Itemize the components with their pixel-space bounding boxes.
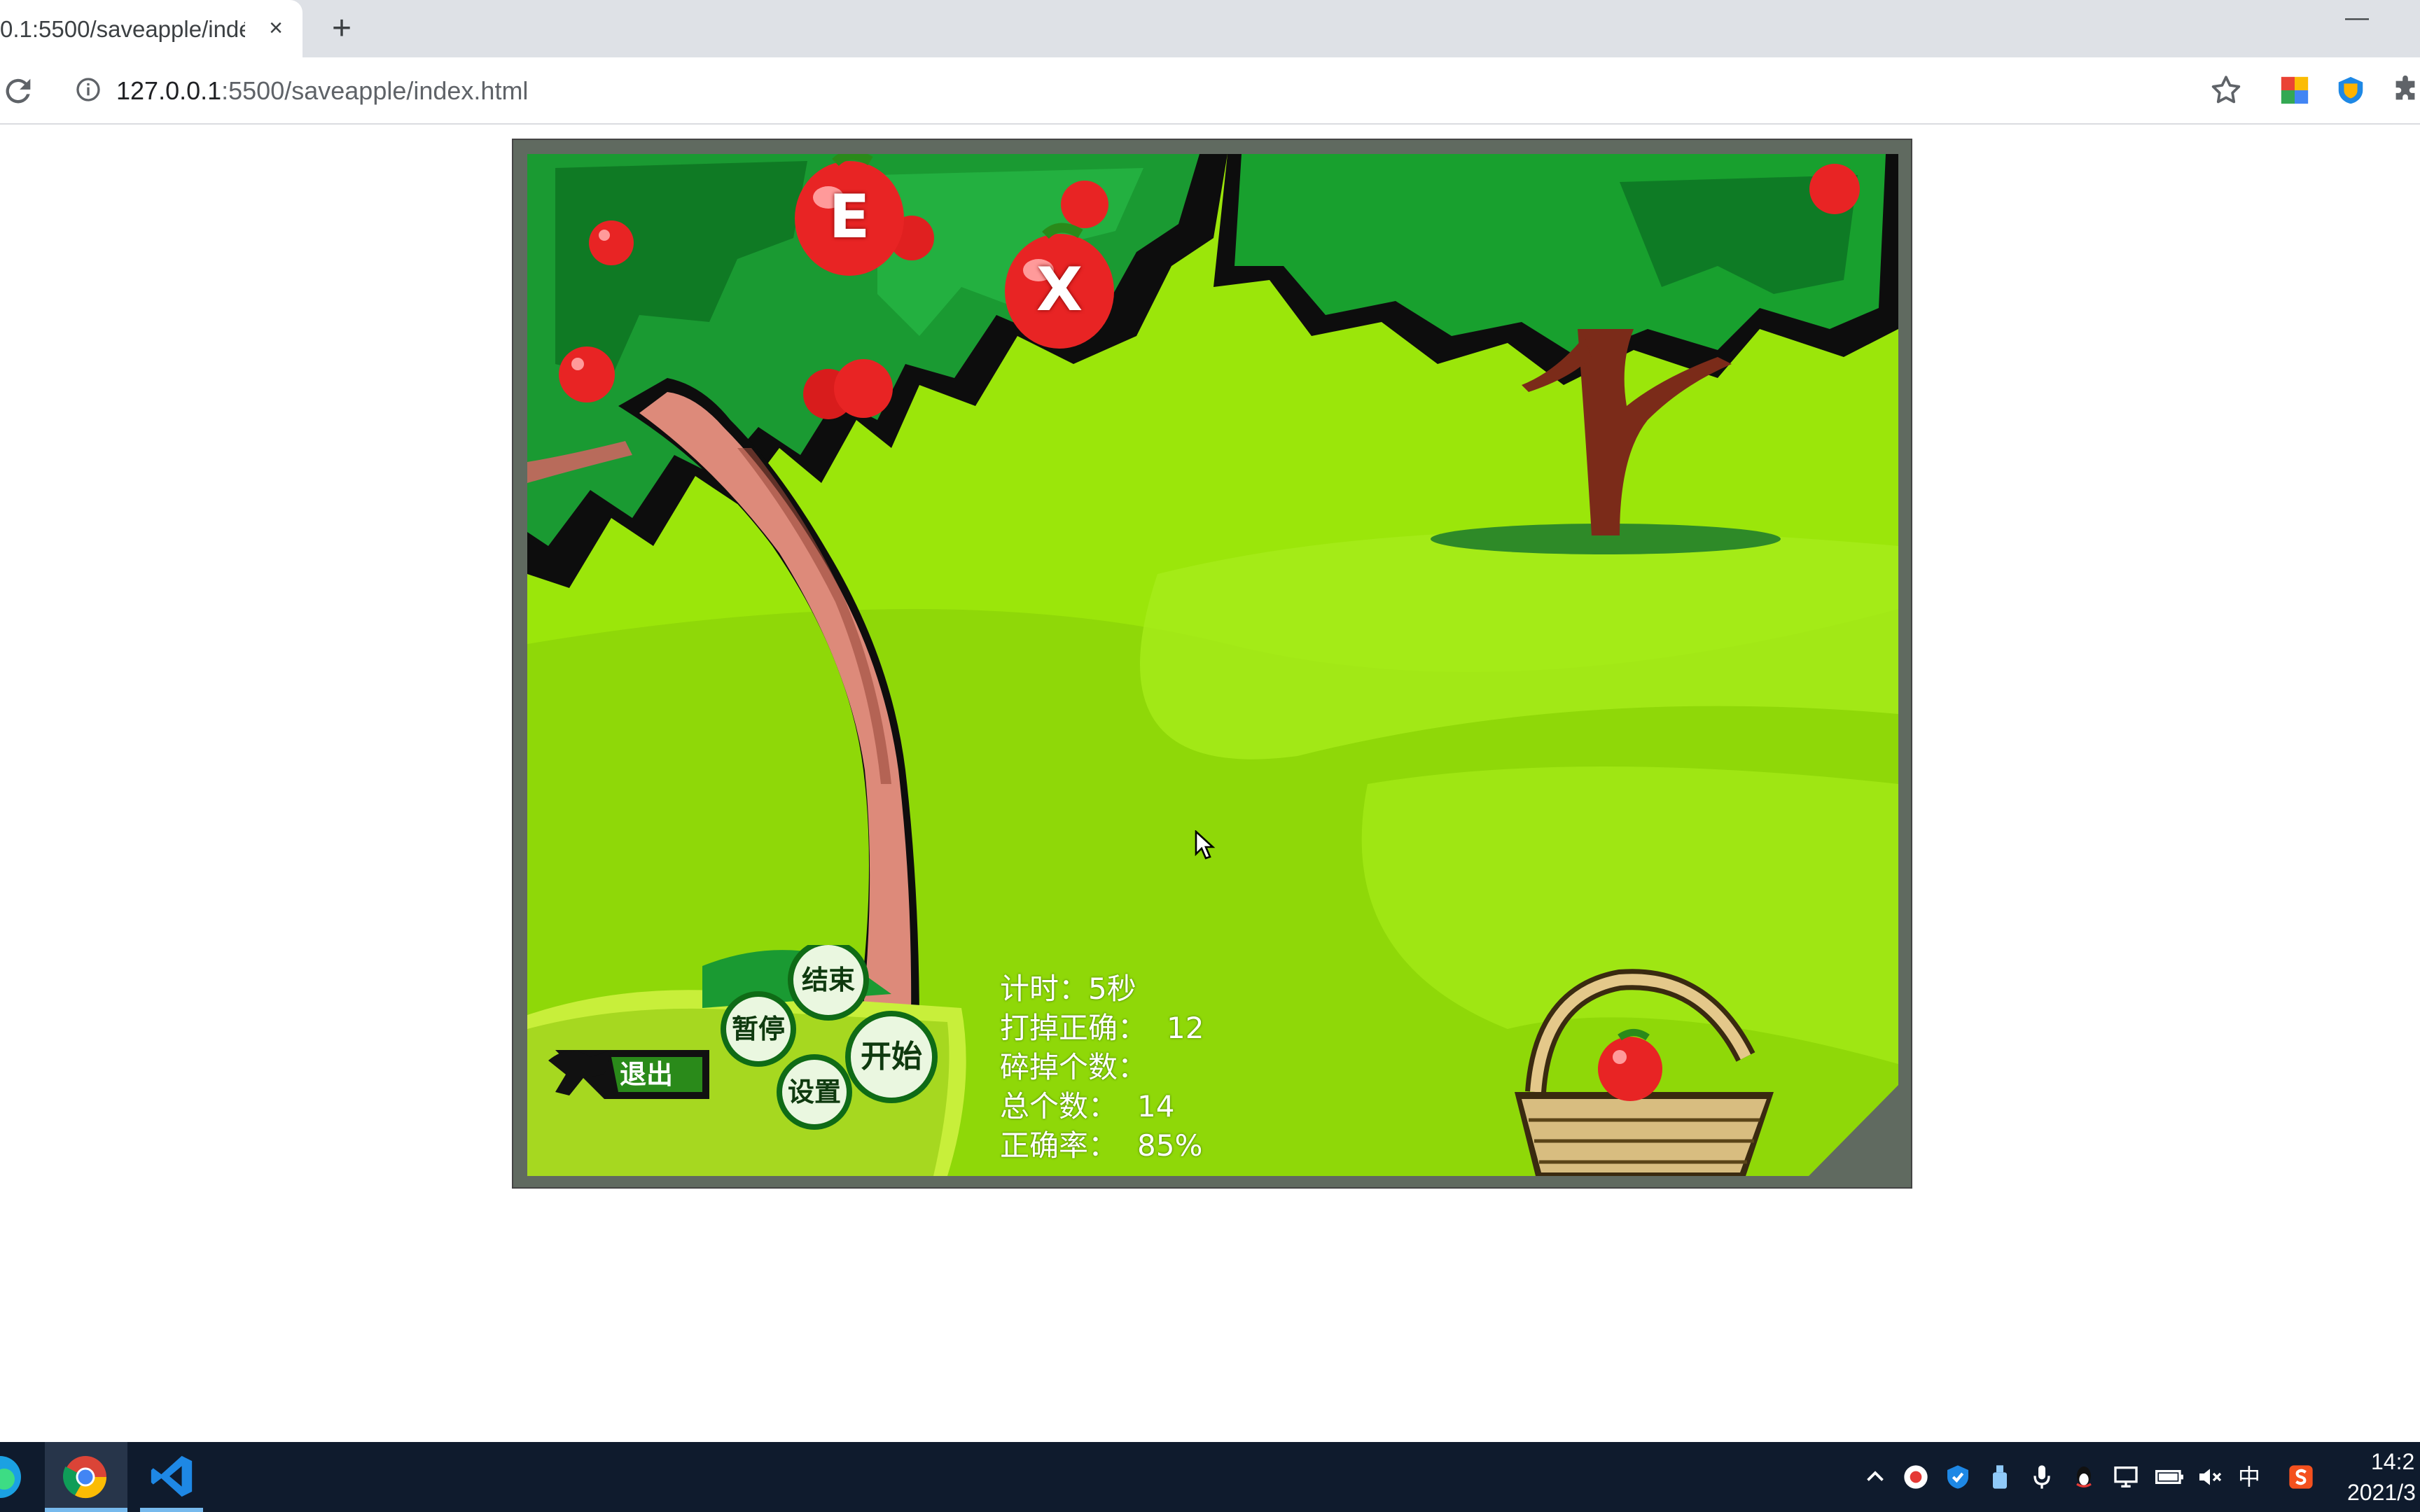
accuracy-row: 正确率： 85% xyxy=(1000,1126,1204,1166)
tray-sogou-icon[interactable] xyxy=(2287,1463,2315,1491)
new-tab-button[interactable]: + xyxy=(324,11,360,48)
vscode-active-indicator xyxy=(140,1508,203,1512)
tray-chevron-up-icon[interactable] xyxy=(1863,1464,1888,1490)
tab-title: 0.1:5500/saveapple/indé xyxy=(0,16,245,42)
accuracy-value: 85% xyxy=(1137,1128,1203,1163)
windows-taskbar: 中 14:2 2021/3 xyxy=(0,1442,2420,1512)
window-minimize-button[interactable]: — xyxy=(2343,6,2371,35)
tray-battery-icon[interactable] xyxy=(2154,1463,2185,1491)
timer-label: 计时： xyxy=(1000,972,1089,1006)
url-path: :5500/saveapple/index.html xyxy=(221,76,529,105)
game-stats: 计时：5秒 打掉正确： 12 碎掉个数： 总个数： 14 正确率： 85% xyxy=(1000,969,1204,1166)
total-label: 总个数： xyxy=(1000,1089,1118,1124)
apple-letter-e: E xyxy=(828,182,870,252)
apple-icon xyxy=(1061,181,1108,228)
correct-row: 打掉正确： 12 xyxy=(1000,1009,1204,1048)
edge-icon[interactable] xyxy=(0,1452,25,1502)
extension-colorful-icon[interactable] xyxy=(2279,74,2311,106)
tray-clock-time[interactable]: 14:2 xyxy=(2371,1448,2414,1476)
timer-value: 5秒 xyxy=(1088,972,1136,1006)
apple-icon xyxy=(1809,164,1860,214)
mouse-cursor-icon xyxy=(1195,830,1216,860)
address-bar[interactable]: 127.0.0.1:5500/saveapple/index.html xyxy=(116,73,528,109)
chrome-active-indicator xyxy=(45,1508,127,1512)
reload-icon[interactable] xyxy=(0,73,36,109)
browser-tab[interactable]: 0.1:5500/saveapple/indé × xyxy=(0,0,302,57)
apple-icon xyxy=(559,346,615,402)
taskbar-chrome-slot[interactable] xyxy=(45,1442,127,1512)
accuracy-label: 正确率： xyxy=(1000,1128,1118,1163)
browser-toolbar: 127.0.0.1:5500/saveapple/index.html xyxy=(0,57,2420,125)
tray-microphone-icon[interactable] xyxy=(2028,1463,2056,1491)
tray-clock-date[interactable]: 2021/3 xyxy=(2347,1478,2416,1506)
total-row: 总个数： 14 xyxy=(1000,1087,1204,1126)
taskbar-vscode-slot[interactable] xyxy=(133,1442,210,1512)
extension-shield-icon[interactable] xyxy=(2335,74,2367,106)
settings-button-label: 设置 xyxy=(787,1077,841,1107)
apple-icon xyxy=(589,220,634,265)
tab-close-icon[interactable]: × xyxy=(260,13,291,43)
broken-row: 碎掉个数： xyxy=(1000,1048,1204,1087)
apple-letter-x: X xyxy=(1036,255,1083,325)
bookmark-star-icon[interactable] xyxy=(2209,73,2244,108)
game-frame: E X 退出 暂停 结束 开始 设置 计时：5秒 打掉正确： 12 碎掉个数： … xyxy=(512,139,1912,1189)
url-host: 127.0.0.1 xyxy=(116,76,222,105)
tray-display-icon[interactable] xyxy=(2112,1463,2140,1491)
correct-value: 12 xyxy=(1167,1011,1204,1045)
vscode-icon xyxy=(151,1455,193,1497)
tray-ime-indicator[interactable]: 中 xyxy=(2238,1463,2260,1491)
tray-usb-icon[interactable] xyxy=(1986,1463,2014,1491)
site-info-icon[interactable] xyxy=(74,76,102,104)
tray-app-icon[interactable] xyxy=(1902,1463,1930,1491)
start-button-label: 开始 xyxy=(861,1039,922,1074)
exit-button-label: 退出 xyxy=(619,1059,673,1090)
apple-icon xyxy=(803,359,893,419)
end-button-label: 结束 xyxy=(801,965,855,995)
apple-icon xyxy=(1598,1029,1662,1101)
tray-shield-icon[interactable] xyxy=(1944,1463,1972,1491)
chrome-icon xyxy=(62,1456,107,1499)
extensions-puzzle-icon[interactable] xyxy=(2389,74,2420,106)
tray-qq-icon[interactable] xyxy=(2070,1463,2098,1491)
broken-label: 碎掉个数： xyxy=(1000,1050,1148,1084)
pause-button-label: 暂停 xyxy=(731,1014,785,1044)
game-scene[interactable]: E X 退出 暂停 结束 开始 设置 计时：5秒 打掉正确： 12 碎掉个数： … xyxy=(527,154,1898,1176)
browser-tabstrip: 0.1:5500/saveapple/indé × + — xyxy=(0,0,2420,57)
total-value: 14 xyxy=(1137,1089,1175,1124)
correct-label: 打掉正确： xyxy=(1000,1011,1148,1045)
timer-row: 计时：5秒 xyxy=(1000,969,1204,1009)
tray-volume-muted-icon[interactable] xyxy=(2196,1463,2224,1491)
controls-layer xyxy=(548,945,938,1130)
